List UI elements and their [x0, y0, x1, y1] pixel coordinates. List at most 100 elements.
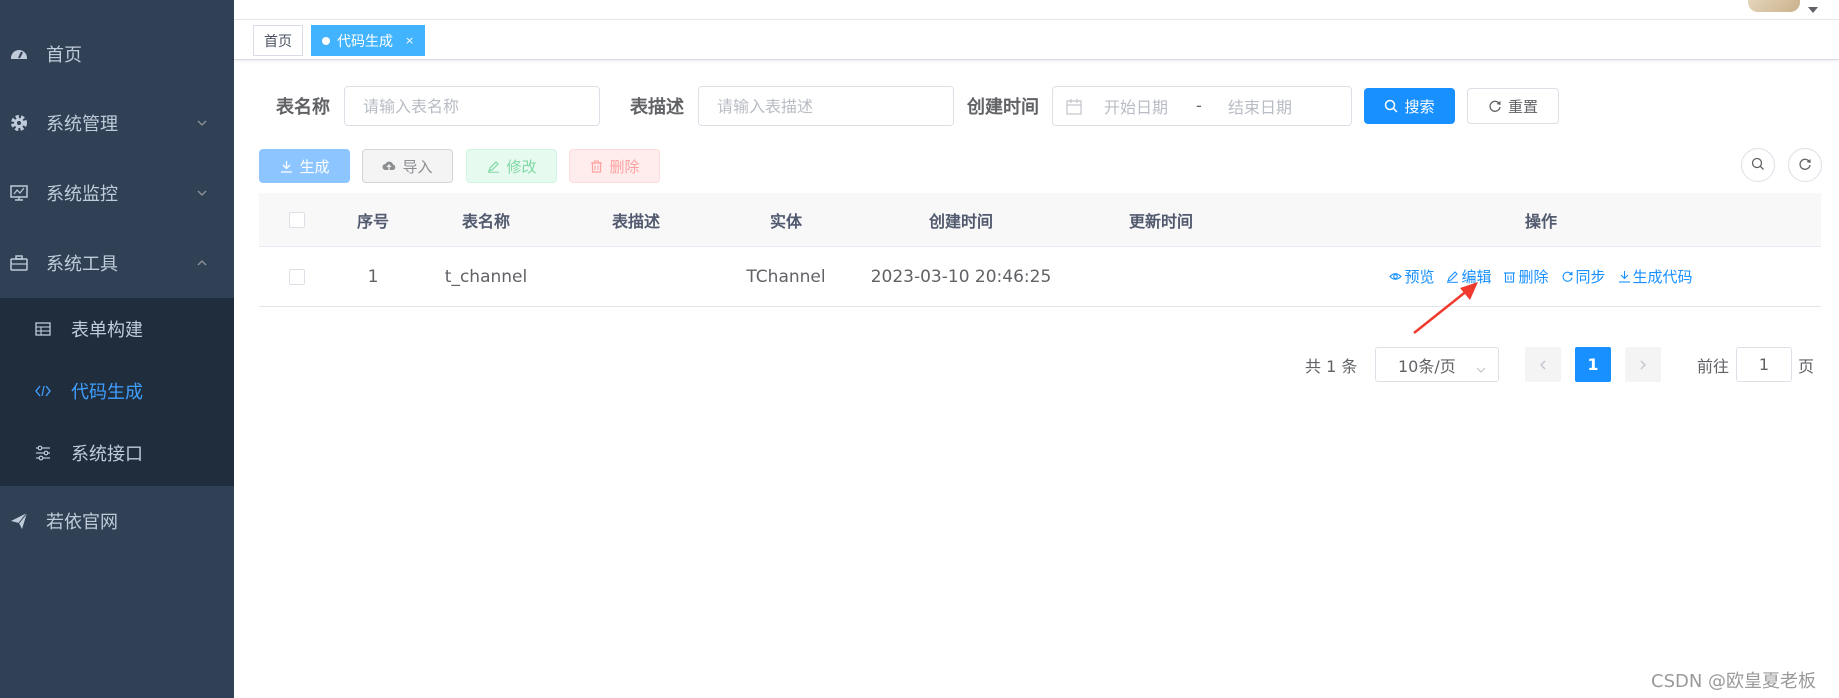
- dashboard-icon: [9, 44, 29, 64]
- download-icon: [279, 159, 293, 173]
- table-row: 1 t_channel TChannel 2023-03-10 20:46:25…: [259, 247, 1821, 307]
- search-icon: [1384, 99, 1399, 113]
- top-navbar: [234, 0, 1839, 20]
- pagination-total: 共 1 条: [1305, 357, 1358, 376]
- toggle-search-button[interactable]: [1741, 148, 1775, 182]
- modify-button[interactable]: 修改: [466, 149, 557, 183]
- cell-update-time: [1061, 247, 1261, 306]
- edit-icon: [486, 159, 500, 173]
- sidebar: 首页 系统管理 系统监控 系统工具 表单构建 代码生成 系统接口 若依官网: [0, 0, 234, 698]
- page-size-select[interactable]: 10条/页: [1375, 347, 1499, 382]
- chevron-down-icon: [1476, 360, 1486, 373]
- sync-label: 同步: [1575, 268, 1606, 286]
- app-root: 首页 系统管理 系统监控 系统工具 表单构建 代码生成 系统接口 若依官网 首页…: [0, 0, 1839, 698]
- sidebar-subitem-label: 系统接口: [71, 444, 143, 465]
- column-header: 创建时间: [928, 211, 993, 231]
- delete-label: 删除: [1518, 268, 1549, 286]
- refresh-icon: [1798, 156, 1812, 175]
- search-button-label: 搜索: [1404, 97, 1435, 116]
- page-suffix: 页: [1798, 357, 1815, 376]
- chevron-down-icon: [196, 187, 208, 199]
- delete-button-label: 删除: [609, 157, 640, 176]
- sidebar-item-system-tools[interactable]: 系统工具: [0, 228, 234, 298]
- cell-entity: TChannel: [746, 266, 826, 287]
- table-name-label: 表名称: [276, 97, 330, 118]
- tag-code-gen[interactable]: 代码生成 ×: [311, 25, 426, 56]
- date-range-picker[interactable]: -: [1052, 86, 1352, 126]
- monitor-icon: [9, 183, 29, 203]
- sidebar-item-system-management[interactable]: 系统管理: [0, 88, 234, 158]
- search-button[interactable]: 搜索: [1364, 88, 1455, 124]
- chevron-left-icon: [1540, 360, 1546, 369]
- sync-link[interactable]: 同步: [1561, 266, 1606, 287]
- eye-icon: [1389, 270, 1403, 283]
- calendar-icon: [1065, 98, 1083, 116]
- column-header: 表名称: [461, 211, 510, 231]
- table-desc-input[interactable]: [698, 86, 954, 126]
- table-name-input[interactable]: [344, 86, 600, 126]
- sidebar-item-system-monitor[interactable]: 系统监控: [0, 158, 234, 228]
- goto-page-input[interactable]: [1736, 347, 1792, 382]
- import-button-label: 导入: [402, 157, 433, 176]
- gen-code-label: 生成代码: [1632, 268, 1693, 286]
- table-header: 序号 表名称 表描述 实体 创建时间 更新时间 操作: [259, 193, 1821, 247]
- sidebar-item-home[interactable]: 首页: [0, 19, 234, 89]
- watermark: CSDN @欧皇夏老板: [1651, 671, 1817, 692]
- generate-button[interactable]: 生成: [259, 149, 350, 183]
- tags-view: 首页 代码生成 ×: [234, 20, 1839, 60]
- close-icon[interactable]: ×: [405, 34, 414, 47]
- delete-button[interactable]: 删除: [569, 149, 660, 183]
- modify-button-label: 修改: [506, 157, 537, 176]
- gen-code-link[interactable]: 生成代码: [1618, 266, 1693, 287]
- import-button[interactable]: 导入: [362, 149, 453, 183]
- cell-table-desc: [561, 247, 711, 306]
- table-icon: [34, 320, 52, 338]
- reset-button[interactable]: 重置: [1467, 88, 1559, 124]
- toolbox-icon: [9, 253, 29, 273]
- paper-plane-icon: [9, 511, 29, 531]
- sidebar-subitem-label: 表单构建: [71, 320, 143, 341]
- refresh-table-button[interactable]: [1788, 148, 1822, 182]
- tag-label: 首页: [264, 33, 292, 50]
- column-header: 表描述: [611, 211, 660, 231]
- trash-icon: [589, 159, 603, 173]
- sidebar-item-form-build[interactable]: 表单构建: [0, 298, 234, 360]
- code-icon: [34, 382, 52, 400]
- sidebar-item-ruoyi-site[interactable]: 若依官网: [0, 486, 234, 556]
- chevron-down-icon: [196, 117, 208, 129]
- column-header: 实体: [769, 211, 802, 231]
- create-time-label: 创建时间: [967, 97, 1039, 118]
- table-desc-label: 表描述: [630, 97, 684, 118]
- cell-table-name: t_channel: [444, 266, 528, 287]
- sidebar-item-system-api[interactable]: 系统接口: [0, 422, 234, 484]
- sidebar-item-label: 系统工具: [46, 254, 118, 275]
- annotation-arrow-icon: [1413, 282, 1478, 334]
- refresh-icon: [1488, 99, 1502, 113]
- cell-actions: 预览 编辑 删除 同步 生成代码: [1261, 247, 1821, 306]
- page-number-button[interactable]: 1: [1575, 347, 1611, 382]
- chevron-up-icon: [196, 257, 208, 269]
- download-icon: [1618, 270, 1631, 283]
- sidebar-item-label: 系统监控: [46, 184, 118, 205]
- cell-index: 1: [367, 266, 379, 287]
- goto-label: 前往: [1697, 357, 1730, 376]
- end-date-input[interactable]: [1210, 95, 1310, 119]
- delete-link[interactable]: 删除: [1503, 266, 1549, 287]
- next-page-button[interactable]: [1625, 347, 1661, 382]
- row-checkbox[interactable]: [289, 268, 305, 285]
- tag-home[interactable]: 首页: [253, 25, 303, 56]
- prev-page-button[interactable]: [1525, 347, 1561, 382]
- column-header: 操作: [1524, 211, 1557, 231]
- page-size-value: 10条/页: [1398, 356, 1456, 376]
- start-date-input[interactable]: [1086, 95, 1186, 119]
- sidebar-item-label: 系统管理: [46, 114, 118, 135]
- sidebar-item-code-gen[interactable]: 代码生成: [0, 360, 234, 422]
- header-select-all: [259, 193, 335, 246]
- sidebar-item-label: 首页: [46, 45, 82, 66]
- row-select: [259, 247, 335, 306]
- select-all-checkbox[interactable]: [289, 211, 305, 228]
- user-avatar[interactable]: [1748, 0, 1800, 12]
- sliders-icon: [34, 444, 52, 462]
- column-header: 更新时间: [1128, 211, 1193, 231]
- caret-down-icon[interactable]: [1808, 0, 1818, 13]
